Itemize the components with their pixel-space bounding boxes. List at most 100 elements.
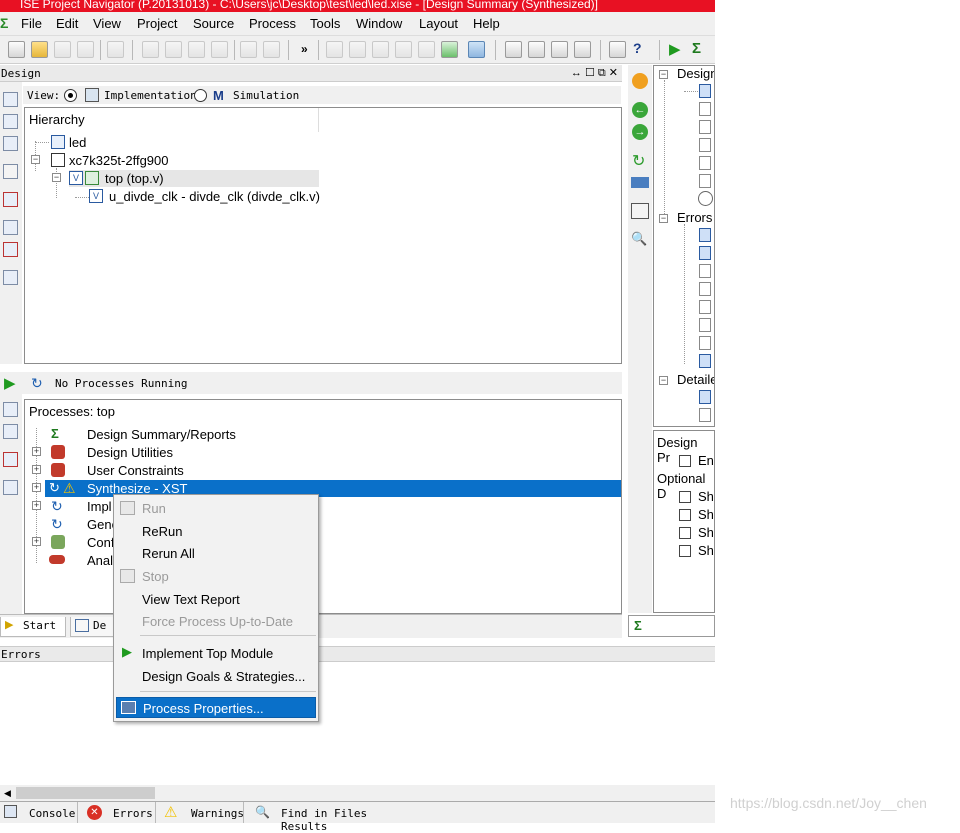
timing-icon[interactable] xyxy=(698,191,713,206)
zoom-select-icon[interactable] xyxy=(418,41,435,58)
menu-design-goals[interactable]: Design Goals & Strategies... xyxy=(116,666,316,687)
tab-warnings[interactable]: ⚠ Warnings xyxy=(158,802,244,823)
report-icon[interactable] xyxy=(699,102,711,116)
menu-view[interactable]: View xyxy=(93,16,121,31)
check-icon[interactable] xyxy=(3,242,18,257)
tab-console[interactable]: Console xyxy=(0,802,78,823)
report-icon[interactable] xyxy=(699,282,711,296)
tile-horizontal-icon[interactable] xyxy=(528,41,545,58)
add-source-icon[interactable] xyxy=(3,114,18,129)
menu-source[interactable]: Source xyxy=(193,16,234,31)
collapse-detailed[interactable]: − xyxy=(659,376,668,385)
expand-synthesize[interactable]: + xyxy=(32,483,41,492)
new-file-icon[interactable] xyxy=(8,41,25,58)
report-icon[interactable] xyxy=(699,336,711,350)
source-properties-icon[interactable] xyxy=(3,220,18,235)
design-summary-tab[interactable]: Σ xyxy=(628,615,715,637)
zoom-out-icon[interactable] xyxy=(349,41,366,58)
scroll-left-icon[interactable]: ◀ xyxy=(4,788,11,799)
open-folder-icon[interactable] xyxy=(31,41,48,58)
menu-rerun[interactable]: ReRun xyxy=(116,521,316,542)
report-icon[interactable] xyxy=(699,174,711,188)
report-icon[interactable] xyxy=(699,300,711,314)
binoculars-icon[interactable]: 🔍 xyxy=(631,231,647,247)
menu-rerun-all[interactable]: Rerun All xyxy=(116,543,316,564)
tree-collapse-device[interactable]: − xyxy=(31,155,40,164)
context-help-icon[interactable]: ? xyxy=(633,40,642,56)
tab-errors[interactable]: ✕ Errors xyxy=(80,802,156,823)
tab-start[interactable]: ▶ Start xyxy=(0,617,66,637)
cascade-windows-icon[interactable] xyxy=(505,41,522,58)
refresh-icon[interactable] xyxy=(441,41,458,58)
process-check-icon[interactable] xyxy=(3,452,18,467)
simulation-radio[interactable] xyxy=(194,89,207,102)
paste-icon[interactable] xyxy=(188,41,205,58)
tile-vertical-icon[interactable] xyxy=(551,41,568,58)
collapse-errors[interactable]: − xyxy=(659,214,668,223)
wrench-icon[interactable] xyxy=(609,41,626,58)
enable-checkbox[interactable] xyxy=(679,455,691,467)
zoom-in-icon[interactable] xyxy=(326,41,343,58)
menu-project[interactable]: Project xyxy=(137,16,177,31)
print-icon[interactable] xyxy=(107,41,124,58)
menu-process-properties[interactable]: Process Properties... xyxy=(116,697,316,718)
report-icon[interactable] xyxy=(699,264,711,278)
report-list-icon[interactable] xyxy=(631,203,649,219)
report-icon[interactable] xyxy=(699,246,711,260)
expand-implement[interactable]: + xyxy=(32,501,41,510)
report-icon[interactable] xyxy=(699,390,711,404)
refresh-summary-icon[interactable]: ↻ xyxy=(632,151,645,171)
report-icon[interactable] xyxy=(699,84,711,98)
scrollbar-thumb[interactable] xyxy=(16,787,155,799)
menu-edit[interactable]: Edit xyxy=(56,16,78,31)
delete-icon[interactable] xyxy=(211,41,228,58)
home-icon[interactable] xyxy=(632,73,648,89)
menu-help[interactable]: Help xyxy=(473,16,500,31)
menu-run[interactable]: Run xyxy=(116,498,316,519)
toolbar-overflow-icon[interactable]: » xyxy=(301,42,308,56)
html-icon[interactable] xyxy=(631,177,649,188)
save-icon[interactable] xyxy=(54,41,71,58)
process-run-icon[interactable] xyxy=(3,402,18,417)
report-icon[interactable] xyxy=(699,156,711,170)
menu-implement-top-module[interactable]: ▶ Implement Top Module xyxy=(116,643,316,664)
collapse-design[interactable]: − xyxy=(659,70,668,79)
menu-tools[interactable]: Tools xyxy=(310,16,340,31)
tree-collapse-top[interactable]: − xyxy=(52,173,61,182)
report-icon[interactable] xyxy=(699,138,711,152)
copy-icon[interactable] xyxy=(165,41,182,58)
hammer-icon[interactable] xyxy=(468,41,485,58)
add-copy-source-icon[interactable] xyxy=(3,136,18,151)
design-summary-icon[interactable]: Σ xyxy=(692,40,701,57)
process-stop-icon[interactable] xyxy=(3,424,18,439)
tab-find-results[interactable]: 🔍 Find in Files Results xyxy=(248,802,414,833)
run-icon[interactable]: ▶ xyxy=(669,40,681,58)
zoom-fit-icon[interactable] xyxy=(395,41,412,58)
forward-icon[interactable]: → xyxy=(632,124,648,140)
menu-process[interactable]: Process xyxy=(249,16,296,31)
run-process-icon[interactable]: ▶ xyxy=(4,374,16,392)
save-all-icon[interactable] xyxy=(77,41,94,58)
undo-icon[interactable] xyxy=(240,41,257,58)
expand-design-utilities[interactable]: + xyxy=(32,447,41,456)
new-source-icon[interactable] xyxy=(3,92,18,107)
report-icon[interactable] xyxy=(699,120,711,134)
cut-icon[interactable] xyxy=(142,41,159,58)
menu-stop[interactable]: Stop xyxy=(116,566,316,587)
show-checkbox[interactable] xyxy=(679,491,691,503)
menu-force-up-to-date[interactable]: Force Process Up-to-Date xyxy=(116,611,316,632)
implementation-radio[interactable] xyxy=(64,89,77,102)
expand-configure[interactable]: + xyxy=(32,537,41,546)
process-panel-icon[interactable] xyxy=(3,480,18,495)
open-source-icon[interactable] xyxy=(3,164,18,179)
menu-window[interactable]: Window xyxy=(356,16,402,31)
report-icon[interactable] xyxy=(699,408,711,422)
report-icon[interactable] xyxy=(699,228,711,242)
panel-icon[interactable] xyxy=(3,270,18,285)
menu-file[interactable]: File xyxy=(21,16,42,31)
show-checkbox[interactable] xyxy=(679,509,691,521)
horizontal-scrollbar[interactable]: ◀ xyxy=(0,785,715,801)
expand-user-constraints[interactable]: + xyxy=(32,465,41,474)
report-icon[interactable] xyxy=(699,318,711,332)
redo-icon[interactable] xyxy=(263,41,280,58)
